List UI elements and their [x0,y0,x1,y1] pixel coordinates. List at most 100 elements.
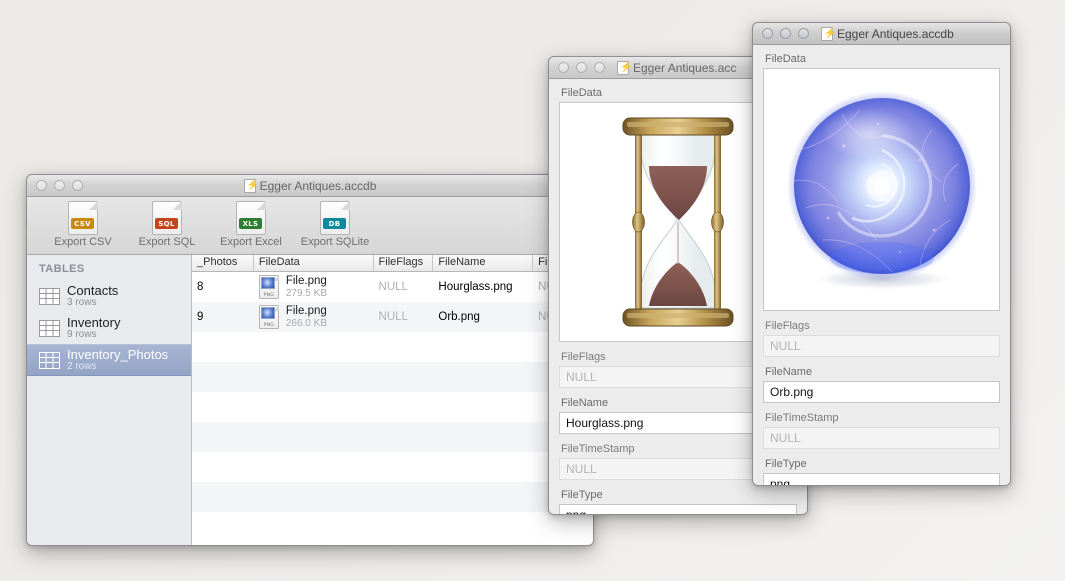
close-button[interactable] [762,28,773,39]
zoom-button[interactable] [594,62,605,73]
export-toolbar[interactable]: CSV Export CSV SQL Export SQL XLS Export… [27,197,593,255]
orb-detail-body: FileData [753,45,1010,485]
png-file-icon: PNG [259,305,279,329]
filetimestamp-value[interactable]: NULL [763,427,1000,449]
sidebar-item-contacts-rowcount: 3 rows [67,298,118,309]
orb-detail-window[interactable]: ⚡ Egger Antiques.accdb FileData [752,22,1011,486]
hourglass-image [613,110,743,335]
export-csv-button[interactable]: CSV Export CSV [41,201,125,248]
cell-filedata-size: 279.5 KB [286,288,327,300]
sidebar-item-contacts[interactable]: Contacts 3 rows [27,280,191,312]
table-grid-icon [39,288,60,305]
hourglass-window-traffic-lights[interactable] [549,62,605,73]
sidebar-header: TABLES [27,261,191,280]
table-row[interactable]: 9 PNG File.png 266.0 KB NULL Orb.png NUL… [192,302,593,332]
table-header-row[interactable]: _Photos FileData FileFlags FileName File… [192,255,593,272]
column-header-filedata[interactable]: FileData [254,255,374,271]
records-table[interactable]: _Photos FileData FileFlags FileName File… [192,255,593,545]
cell-fileflags: NULL [374,281,434,293]
cell-filename: Orb.png [433,311,533,323]
sidebar-item-inventory-photos-rowcount: 2 rows [67,362,168,373]
cell-filedata: PNG File.png 266.0 KB [254,305,374,330]
main-window-title-group: ⚡ Egger Antiques.accdb [27,179,593,193]
cell-filedata: PNG File.png 279.5 KB [254,275,374,300]
sidebar-item-inventory-photos-label: Inventory_Photos [67,348,168,362]
filetype-value[interactable]: png [559,504,797,514]
table-empty-row [192,392,593,422]
table-empty-row [192,452,593,482]
orb-window-title: Egger Antiques.accdb [837,27,954,41]
fileflags-label: FileFlags [765,320,1000,332]
export-sqlite-button[interactable]: DB Export SQLite [293,201,377,248]
orb-window-titlebar[interactable]: ⚡ Egger Antiques.accdb [753,23,1010,45]
minimize-button[interactable] [54,180,65,191]
cell-filedata-name: File.png [286,275,327,288]
zoom-button[interactable] [72,180,83,191]
hourglass-window-title: Egger Antiques.acc [633,61,736,75]
main-window-traffic-lights[interactable] [27,180,83,191]
orb-window-traffic-lights[interactable] [753,28,809,39]
filedata-label: FileData [765,53,1000,65]
export-excel-button[interactable]: XLS Export Excel [209,201,293,248]
export-sqlite-label: Export SQLite [301,236,369,248]
filename-label: FileName [765,366,1000,378]
png-file-icon: PNG [259,275,279,299]
main-window-content: TABLES Contacts 3 rows [27,255,593,545]
export-sqlite-icon: DB [320,201,350,235]
accdb-document-icon: ⚡ [617,61,629,75]
sidebar-item-contacts-label: Contacts [67,284,118,298]
sidebar-item-inventory[interactable]: Inventory 9 rows [27,312,191,344]
main-window-statusbar [27,545,593,546]
orb-image [782,90,982,290]
close-button[interactable] [558,62,569,73]
table-empty-row [192,332,593,362]
column-header-fileflags[interactable]: FileFlags [374,255,434,271]
table-grid-icon [39,352,60,369]
db-badge: DB [323,218,346,229]
export-excel-icon: XLS [236,201,266,235]
minimize-button[interactable] [576,62,587,73]
tables-sidebar[interactable]: TABLES Contacts 3 rows [27,255,192,545]
column-header-filename[interactable]: FileName [433,255,533,271]
main-window-titlebar[interactable]: ⚡ Egger Antiques.accdb [27,175,593,197]
cell-filedata-name: File.png [286,305,327,318]
sidebar-item-inventory-rowcount: 9 rows [67,330,120,341]
cell-filedata-size: 266.0 KB [286,318,327,330]
fileflags-value[interactable]: NULL [763,335,1000,357]
export-excel-label: Export Excel [220,236,282,248]
export-sql-button[interactable]: SQL Export SQL [125,201,209,248]
export-csv-icon: CSV [68,201,98,235]
sql-badge: SQL [155,218,178,229]
accdb-document-icon: ⚡ [821,27,833,41]
export-csv-label: Export CSV [54,236,111,248]
csv-badge: CSV [71,218,94,229]
sidebar-item-inventory-label: Inventory [67,316,120,330]
column-header-photos[interactable]: _Photos [192,255,254,271]
table-empty-row [192,512,593,542]
main-window-title: Egger Antiques.accdb [260,179,377,193]
main-database-window[interactable]: ⚡ Egger Antiques.accdb CSV Export CSV SQ… [26,174,594,546]
filetype-label: FileType [765,458,1000,470]
zoom-button[interactable] [798,28,809,39]
export-sql-icon: SQL [152,201,182,235]
minimize-button[interactable] [780,28,791,39]
table-empty-row [192,482,593,512]
filetimestamp-label: FileTimeStamp [765,412,1000,424]
cell-photos-id: 8 [192,281,254,293]
sidebar-item-inventory-photos[interactable]: Inventory_Photos 2 rows [27,344,191,376]
export-sql-label: Export SQL [139,236,196,248]
xls-badge: XLS [239,218,262,229]
table-empty-row [192,362,593,392]
table-empty-row [192,422,593,452]
cell-fileflags: NULL [374,311,434,323]
orb-image-frame[interactable] [763,68,1000,311]
filename-value[interactable]: Orb.png [763,381,1000,403]
table-row[interactable]: 8 PNG File.png 279.5 KB NULL Hourglass.p… [192,272,593,302]
cell-filename: Hourglass.png [433,281,533,293]
table-grid-icon [39,320,60,337]
filetype-value[interactable]: png [763,473,1000,485]
filetype-label: FileType [561,489,797,501]
close-button[interactable] [36,180,47,191]
cell-photos-id: 9 [192,311,254,323]
accdb-document-icon: ⚡ [244,179,256,193]
